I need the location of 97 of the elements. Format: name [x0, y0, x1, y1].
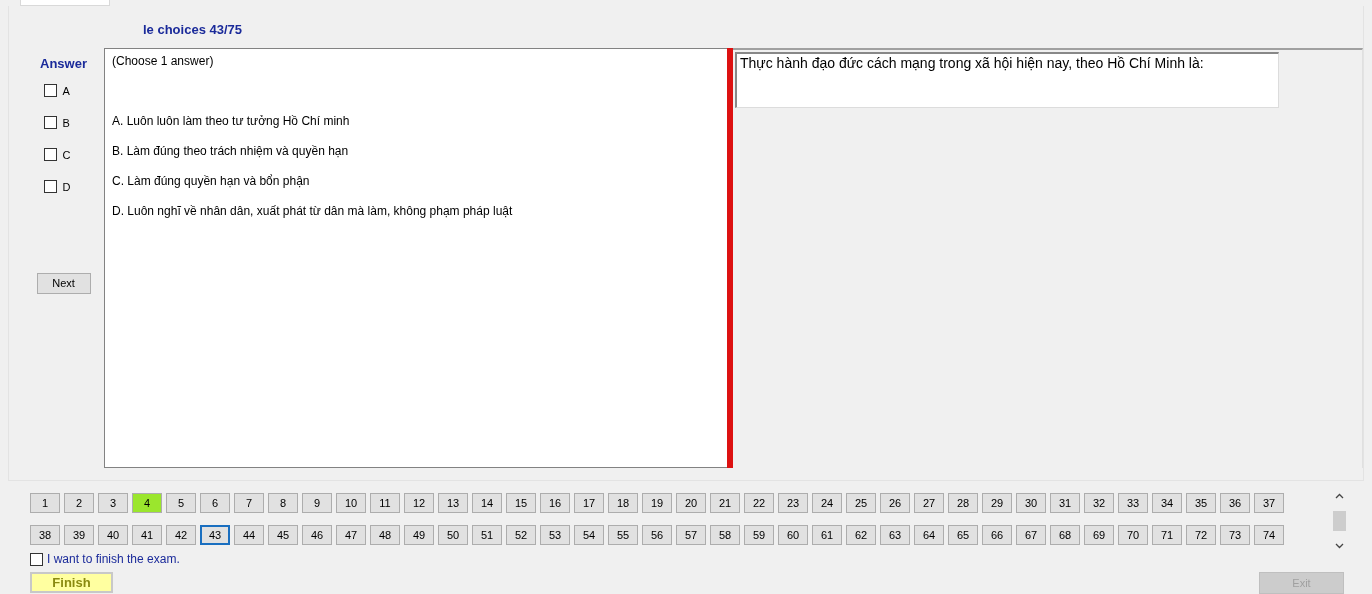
- finish-button[interactable]: Finish: [30, 572, 113, 593]
- question-number-button[interactable]: 32: [1084, 493, 1114, 513]
- question-number-button[interactable]: 56: [642, 525, 672, 545]
- question-number-button[interactable]: 62: [846, 525, 876, 545]
- question-number-button[interactable]: 16: [540, 493, 570, 513]
- answer-label: C: [62, 149, 71, 161]
- question-number-button[interactable]: 57: [676, 525, 706, 545]
- chevron-up-icon[interactable]: [1335, 493, 1344, 499]
- question-number-button[interactable]: 71: [1152, 525, 1182, 545]
- answer-checkbox[interactable]: [43, 148, 57, 162]
- question-number-button[interactable]: 12: [404, 493, 434, 513]
- chevron-down-icon[interactable]: [1335, 543, 1344, 549]
- question-number-button[interactable]: 34: [1152, 493, 1182, 513]
- question-number-button[interactable]: 27: [914, 493, 944, 513]
- question-number-button[interactable]: 29: [982, 493, 1012, 513]
- question-number-button[interactable]: 3: [98, 493, 128, 513]
- answer-heading: Answer: [40, 56, 87, 71]
- question-number-button[interactable]: 35: [1186, 493, 1216, 513]
- question-number-button[interactable]: 8: [268, 493, 298, 513]
- question-number-button[interactable]: 19: [642, 493, 672, 513]
- question-number-button[interactable]: 1: [30, 493, 60, 513]
- question-number-button[interactable]: 50: [438, 525, 468, 545]
- question-number-button[interactable]: 68: [1050, 525, 1080, 545]
- question-number-button[interactable]: 9: [302, 493, 332, 513]
- choice-text: A. Luôn luôn làm theo tư tưởng Hồ Chí minh: [112, 114, 350, 128]
- question-number-button[interactable]: 25: [846, 493, 876, 513]
- question-number-button[interactable]: 22: [744, 493, 774, 513]
- question-number-button[interactable]: 21: [710, 493, 740, 513]
- answer-checkbox[interactable]: [43, 180, 57, 194]
- question-number-button[interactable]: 28: [948, 493, 978, 513]
- question-number-button[interactable]: 43: [200, 525, 230, 545]
- question-number-button[interactable]: 74: [1254, 525, 1284, 545]
- question-number-button[interactable]: 48: [370, 525, 400, 545]
- choice-text: C. Làm đúng quyền hạn và bổn phận: [112, 174, 310, 188]
- question-number-button[interactable]: 26: [880, 493, 910, 513]
- question-number-button[interactable]: 20: [676, 493, 706, 513]
- question-number-button[interactable]: 17: [574, 493, 604, 513]
- next-button[interactable]: Next: [36, 273, 91, 294]
- question-number-button[interactable]: 54: [574, 525, 604, 545]
- answer-checkbox[interactable]: [43, 116, 57, 130]
- question-number-button[interactable]: 23: [778, 493, 808, 513]
- question-number-button[interactable]: 42: [166, 525, 196, 545]
- question-text: Thực hành đạo đức cách mạng trong xã hội hiện nay, theo Hồ Chí Minh là:: [735, 52, 1279, 108]
- question-number-button[interactable]: 65: [948, 525, 978, 545]
- question-number-button[interactable]: 10: [336, 493, 366, 513]
- question-number-button[interactable]: 2: [64, 493, 94, 513]
- question-number-button[interactable]: 13: [438, 493, 468, 513]
- question-number-button[interactable]: 67: [1016, 525, 1046, 545]
- question-number-button[interactable]: 5: [166, 493, 196, 513]
- question-number-button[interactable]: 49: [404, 525, 434, 545]
- question-number-button[interactable]: 55: [608, 525, 638, 545]
- question-number-button[interactable]: 38: [30, 525, 60, 545]
- choice-text: D. Luôn nghĩ về nhân dân, xuất phát từ dân mà làm, không phạm pháp luật: [112, 204, 513, 218]
- question-number-button[interactable]: 51: [472, 525, 502, 545]
- instruction-text: (Choose 1 answer): [112, 54, 214, 68]
- question-number-button[interactable]: 41: [132, 525, 162, 545]
- finish-confirm-label: I want to finish the exam.: [47, 552, 180, 566]
- question-number-button[interactable]: 72: [1186, 525, 1216, 545]
- question-number-button[interactable]: 15: [506, 493, 536, 513]
- question-number-button[interactable]: 52: [506, 525, 536, 545]
- question-number-button[interactable]: 30: [1016, 493, 1046, 513]
- question-number-button[interactable]: 60: [778, 525, 808, 545]
- question-number-button[interactable]: 63: [880, 525, 910, 545]
- question-number-button[interactable]: 33: [1118, 493, 1148, 513]
- answer-label: B: [62, 117, 70, 129]
- question-number-button[interactable]: 7: [234, 493, 264, 513]
- question-number-button[interactable]: 53: [540, 525, 570, 545]
- question-number-button[interactable]: 58: [710, 525, 740, 545]
- question-number-button[interactable]: 18: [608, 493, 638, 513]
- question-number-button[interactable]: 39: [64, 525, 94, 545]
- answer-label: D: [62, 181, 71, 193]
- question-number-button[interactable]: 64: [914, 525, 944, 545]
- answer-checkbox[interactable]: [43, 84, 57, 98]
- question-number-button[interactable]: 37: [1254, 493, 1284, 513]
- question-number-button[interactable]: 45: [268, 525, 298, 545]
- finish-checkbox[interactable]: [30, 552, 43, 566]
- question-number-button[interactable]: 46: [302, 525, 332, 545]
- question-number-button[interactable]: 11: [370, 493, 400, 513]
- exam-title: le choices 43/75: [142, 22, 243, 39]
- question-number-button[interactable]: 69: [1084, 525, 1114, 545]
- answer-label: A: [62, 85, 70, 97]
- question-number-button[interactable]: 47: [336, 525, 366, 545]
- question-number-button[interactable]: 66: [982, 525, 1012, 545]
- choice-text: B. Làm đúng theo trách nhiệm và quyền hạn: [112, 144, 349, 158]
- question-number-button[interactable]: 61: [812, 525, 842, 545]
- question-number-button[interactable]: 36: [1220, 493, 1250, 513]
- question-number-button[interactable]: 24: [812, 493, 842, 513]
- question-number-button[interactable]: 59: [744, 525, 774, 545]
- scrollbar[interactable]: [1332, 493, 1347, 549]
- question-number-button[interactable]: 44: [234, 525, 264, 545]
- question-number-button[interactable]: 14: [472, 493, 502, 513]
- question-number-button[interactable]: 40: [98, 525, 128, 545]
- question-number-button[interactable]: 73: [1220, 525, 1250, 545]
- question-number-button[interactable]: 31: [1050, 493, 1080, 513]
- question-number-button[interactable]: 6: [200, 493, 230, 513]
- question-number-button[interactable]: 70: [1118, 525, 1148, 545]
- question-number-button[interactable]: 4: [132, 493, 162, 513]
